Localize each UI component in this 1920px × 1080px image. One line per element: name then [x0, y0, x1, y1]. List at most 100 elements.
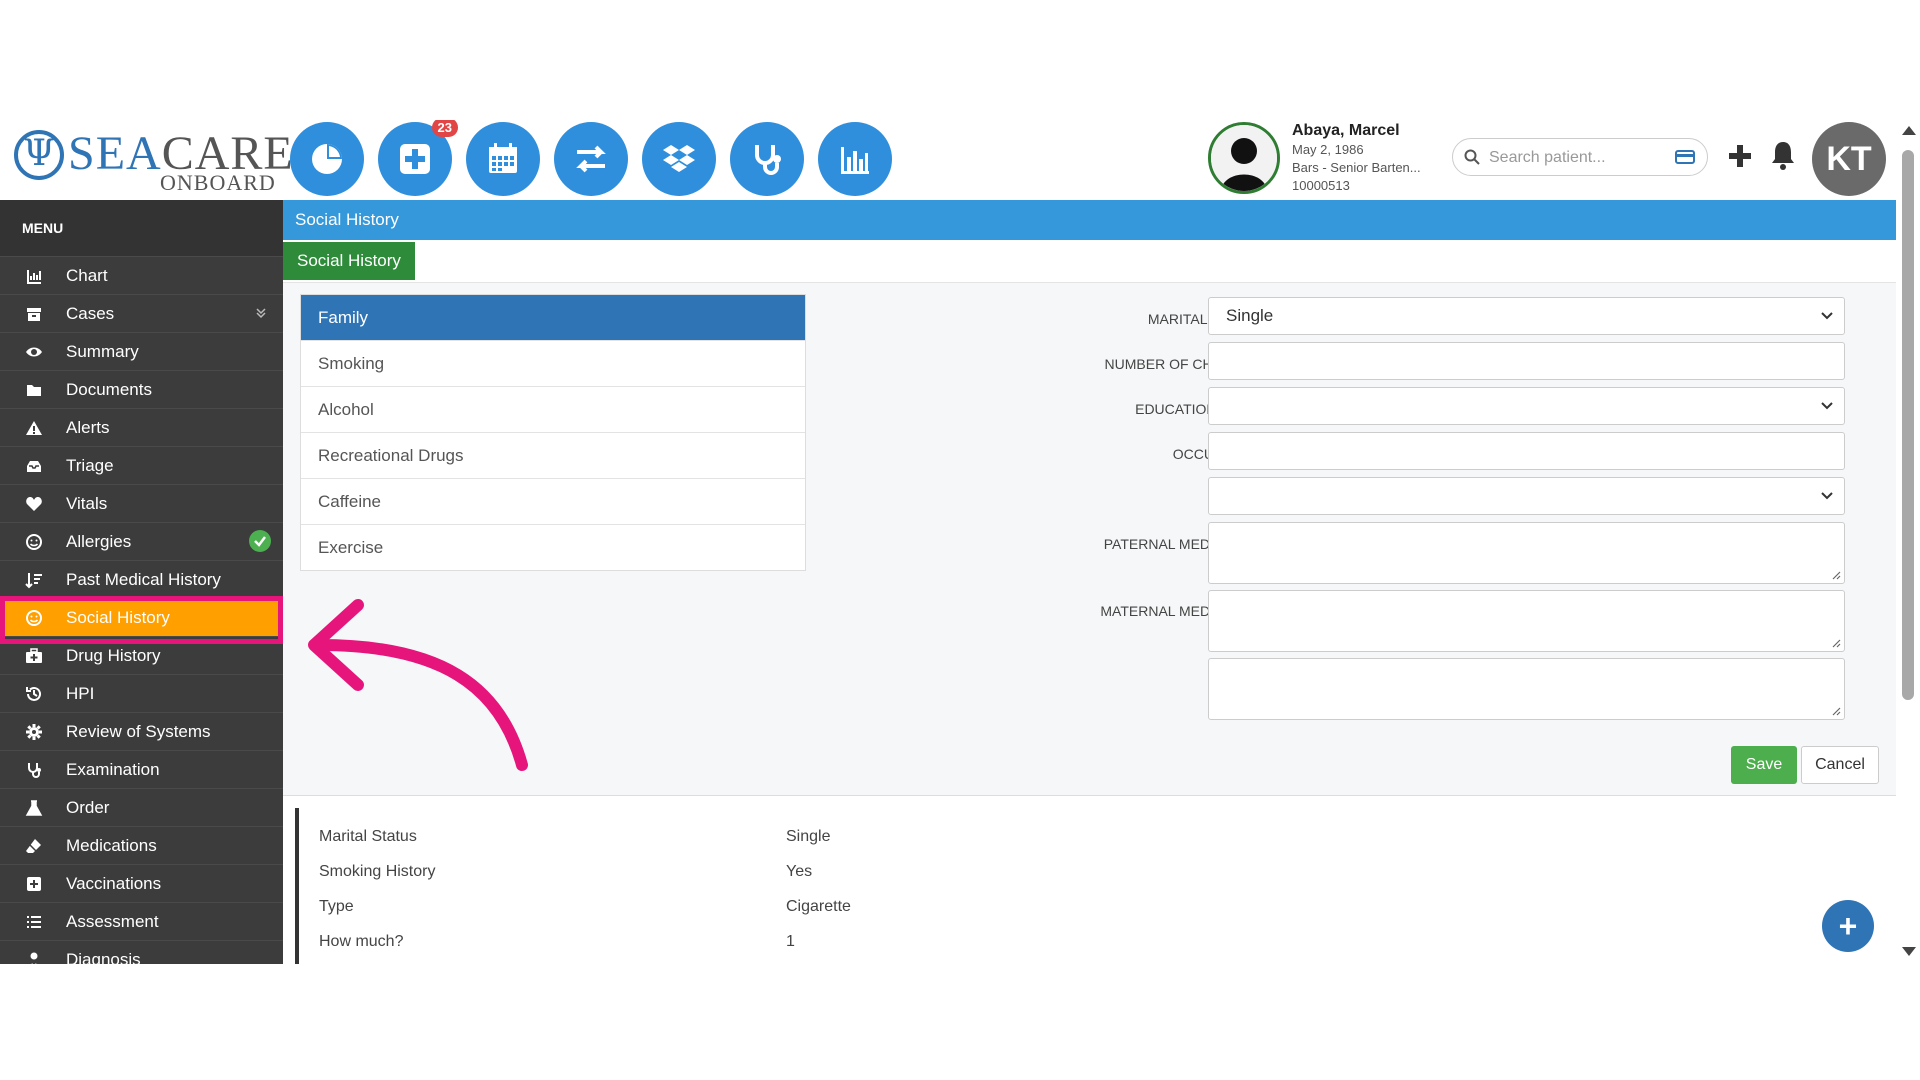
stethoscope-icon [24, 760, 44, 780]
resize-grip-icon[interactable] [1831, 570, 1841, 580]
flask-icon [24, 798, 44, 818]
sidebar-item-cases[interactable]: Cases [0, 295, 283, 333]
category-alcohol[interactable]: Alcohol [301, 387, 805, 433]
sidebar-item-alerts[interactable]: Alerts [0, 409, 283, 447]
sidebar-item-medications[interactable]: Medications [0, 827, 283, 865]
tab-social-history[interactable]: Social History [283, 242, 415, 280]
sidebar-item-label: Summary [66, 341, 139, 361]
diet-select[interactable] [1208, 477, 1845, 515]
sidebar-item-documents[interactable]: Documents [0, 371, 283, 409]
dropbox-button[interactable] [642, 122, 716, 196]
sidebar-item-label: Cases [66, 303, 115, 323]
history-icon [24, 684, 44, 704]
eye-icon [24, 342, 44, 362]
patient-id: 10000513 [1292, 178, 1350, 193]
resize-grip-icon[interactable] [1831, 706, 1841, 716]
maternal-textarea[interactable] [1208, 590, 1845, 652]
new-encounter-button[interactable]: 23 [378, 120, 458, 196]
notification-badge: 23 [431, 120, 458, 137]
sidebar-item-assessment[interactable]: Assessment [0, 903, 283, 941]
sidebar-item-label: Documents [66, 379, 152, 399]
sidebar-item-chart[interactable]: Chart [0, 257, 283, 295]
category-family[interactable]: Family [301, 295, 805, 341]
sidebar-item-vaccinations[interactable]: Vaccinations [0, 865, 283, 903]
sidebar-item-allergies[interactable]: Allergies [0, 523, 283, 561]
menu-title: MENU [0, 200, 283, 257]
user-avatar[interactable]: KT [1812, 122, 1886, 196]
sidebar-item-summary[interactable]: Summary [0, 333, 283, 371]
sidebar-item-social-history[interactable]: Social History [0, 599, 283, 637]
examination-button[interactable] [730, 122, 804, 196]
paternal-textarea[interactable] [1208, 522, 1845, 584]
search-input[interactable] [1487, 146, 1671, 170]
summary-label: How much? [319, 933, 404, 950]
summary-value: 1 [786, 933, 795, 950]
category-recreational-drugs[interactable]: Recreational Drugs [301, 433, 805, 479]
calendar-icon [489, 143, 517, 173]
scroll-up-icon[interactable] [1902, 126, 1916, 135]
sidebar-item-label: Allergies [66, 531, 132, 551]
sidebar-item-order[interactable]: Order [0, 789, 283, 827]
other-textarea[interactable] [1208, 658, 1845, 720]
chevron-down-icon [1821, 492, 1833, 500]
cancel-button[interactable]: Cancel [1801, 746, 1879, 784]
list-icon [24, 912, 44, 932]
card-icon[interactable] [1675, 149, 1695, 165]
bell-icon[interactable] [1768, 138, 1798, 172]
smile-icon [24, 608, 44, 628]
occupation-input[interactable] [1208, 432, 1845, 470]
sidebar-item-label: Review of Systems [66, 721, 211, 741]
sidebar-item-label: Alerts [66, 417, 110, 437]
sidebar-item-drug-history[interactable]: Drug History [0, 637, 283, 675]
bar-chart-icon [841, 147, 869, 174]
category-smoking[interactable]: Smoking [301, 341, 805, 387]
folder-icon [24, 380, 44, 400]
seacare-logo[interactable]: Ψ SEACARE ONBOARD [14, 126, 293, 195]
scroll-thumb[interactable] [1902, 150, 1914, 700]
page-scrollbar[interactable] [1896, 120, 1920, 964]
sidebar-item-past-medical-history[interactable]: Past Medical History [0, 561, 283, 599]
heart-icon [24, 494, 44, 514]
education-select[interactable] [1208, 387, 1845, 425]
children-input[interactable] [1208, 342, 1845, 380]
save-button[interactable]: Save [1731, 746, 1797, 784]
sidebar: MENU Chart Cases Summary Documents Alerts Tri… [0, 200, 283, 964]
summary-value: Single [786, 828, 831, 845]
sidebar-item-label: Social History [66, 607, 170, 627]
category-exercise[interactable]: Exercise [301, 525, 805, 570]
marital-status-select[interactable]: Single [1208, 297, 1845, 335]
sidebar-item-label: Vitals [66, 493, 108, 513]
patient-avatar [1208, 122, 1280, 194]
chevron-double-down-icon[interactable] [255, 307, 267, 319]
transfer-button[interactable] [554, 122, 628, 196]
menu-list: Chart Cases Summary Documents Alerts Triage Vi… [0, 257, 283, 964]
search-icon [1464, 149, 1480, 165]
sort-icon [24, 570, 44, 590]
sidebar-item-hpi[interactable]: HPI [0, 675, 283, 713]
category-caffeine[interactable]: Caffeine [301, 479, 805, 525]
patient-name: Abaya, Marcel [1292, 122, 1400, 139]
sidebar-item-triage[interactable]: Triage [0, 447, 283, 485]
add-icon[interactable] [1724, 140, 1756, 172]
dashboard-button[interactable] [290, 122, 364, 196]
sidebar-item-vitals[interactable]: Vitals [0, 485, 283, 523]
archive-icon [24, 304, 44, 324]
patient-card[interactable]: Abaya, Marcel May 2, 1986 Bars - Senior … [1208, 122, 1448, 198]
sidebar-item-diagnosis[interactable]: Diagnosis [0, 941, 283, 964]
pie-chart-icon [312, 144, 342, 174]
resize-grip-icon[interactable] [1831, 638, 1841, 648]
add-fab-button[interactable]: + [1822, 900, 1874, 952]
reports-button[interactable] [818, 122, 892, 196]
plus-square-icon [400, 144, 430, 174]
sidebar-item-examination[interactable]: Examination [0, 751, 283, 789]
sidebar-item-review-of-systems[interactable]: Review of Systems [0, 713, 283, 751]
chevron-down-icon [1821, 402, 1833, 410]
sidebar-item-label: Drug History [66, 645, 161, 665]
summary-label: Marital Status [319, 828, 417, 845]
summary-label: Smoking History [319, 863, 436, 880]
marital-status-value: Single [1226, 306, 1274, 325]
annotation-arrow-icon [308, 599, 528, 771]
smile-icon [24, 532, 44, 552]
calendar-button[interactable] [466, 122, 540, 196]
scroll-down-icon[interactable] [1902, 947, 1916, 956]
